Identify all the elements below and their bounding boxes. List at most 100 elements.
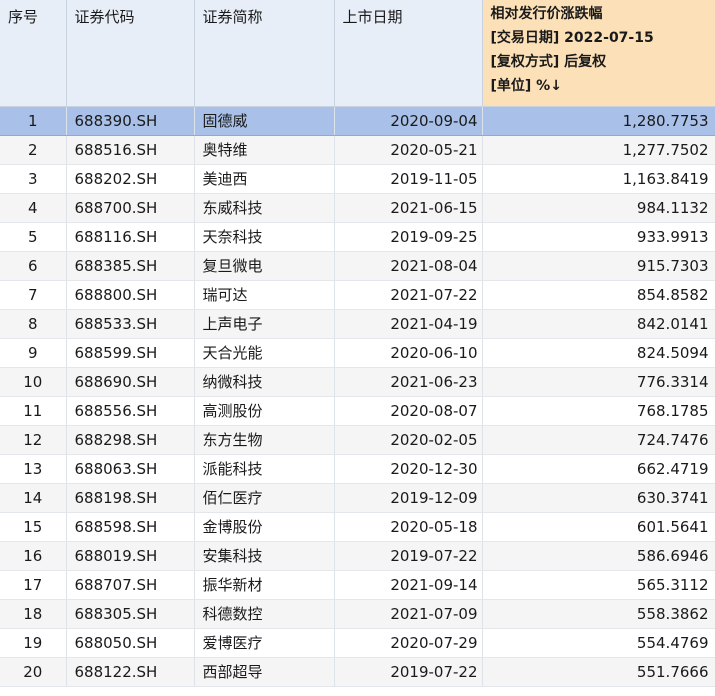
table-row[interactable]: 18 688305.SH 科德数控 2021-07-09 558.3862 xyxy=(0,599,715,629)
cell-change-percent[interactable]: 933.9913 xyxy=(482,222,715,252)
cell-security-name[interactable]: 振华新材 xyxy=(194,570,335,600)
cell-change-percent[interactable]: 630.3741 xyxy=(482,483,715,513)
cell-security-code[interactable]: 688063.SH xyxy=(66,454,195,484)
cell-index[interactable]: 10 xyxy=(0,367,67,397)
cell-index[interactable]: 15 xyxy=(0,512,67,542)
cell-change-percent[interactable]: 724.7476 xyxy=(482,425,715,455)
cell-index[interactable]: 3 xyxy=(0,164,67,194)
cell-security-name[interactable]: 科德数控 xyxy=(194,599,335,629)
cell-security-name[interactable]: 天奈科技 xyxy=(194,222,335,252)
cell-security-name[interactable]: 西部超导 xyxy=(194,657,335,687)
cell-security-code[interactable]: 688599.SH xyxy=(66,338,195,368)
cell-security-name[interactable]: 东方生物 xyxy=(194,425,335,455)
column-header-change-sorted[interactable]: 相对发行价涨跌幅 [交易日期] 2022-07-15 [复权方式] 后复权 [单… xyxy=(482,0,715,107)
cell-listing-date[interactable]: 2019-11-05 xyxy=(334,164,483,194)
cell-security-code[interactable]: 688198.SH xyxy=(66,483,195,513)
cell-listing-date[interactable]: 2021-06-15 xyxy=(334,193,483,223)
table-row[interactable]: 17 688707.SH 振华新材 2021-09-14 565.3112 xyxy=(0,570,715,600)
table-row[interactable]: 11 688556.SH 高测股份 2020-08-07 768.1785 xyxy=(0,396,715,426)
table-row[interactable]: 7 688800.SH 瑞可达 2021-07-22 854.8582 xyxy=(0,280,715,310)
cell-change-percent[interactable]: 586.6946 xyxy=(482,541,715,571)
cell-change-percent[interactable]: 662.4719 xyxy=(482,454,715,484)
cell-change-percent[interactable]: 776.3314 xyxy=(482,367,715,397)
cell-security-code[interactable]: 688800.SH xyxy=(66,280,195,310)
cell-security-name[interactable]: 复旦微电 xyxy=(194,251,335,281)
cell-change-percent[interactable]: 601.5641 xyxy=(482,512,715,542)
cell-security-name[interactable]: 天合光能 xyxy=(194,338,335,368)
table-row[interactable]: 9 688599.SH 天合光能 2020-06-10 824.5094 xyxy=(0,338,715,368)
cell-security-name[interactable]: 佰仁医疗 xyxy=(194,483,335,513)
cell-index[interactable]: 20 xyxy=(0,657,67,687)
table-row[interactable]: 20 688122.SH 西部超导 2019-07-22 551.7666 xyxy=(0,657,715,687)
cell-change-percent[interactable]: 1,277.7502 xyxy=(482,135,715,165)
cell-security-code[interactable]: 688298.SH xyxy=(66,425,195,455)
cell-index[interactable]: 4 xyxy=(0,193,67,223)
column-header-listing-date[interactable]: 上市日期 xyxy=(334,0,483,107)
cell-index[interactable]: 2 xyxy=(0,135,67,165)
table-row[interactable]: 1 688390.SH 固德威 2020-09-04 1,280.7753 xyxy=(0,106,715,136)
cell-change-percent[interactable]: 768.1785 xyxy=(482,396,715,426)
cell-change-percent[interactable]: 551.7666 xyxy=(482,657,715,687)
table-row[interactable]: 15 688598.SH 金博股份 2020-05-18 601.5641 xyxy=(0,512,715,542)
table-row[interactable]: 13 688063.SH 派能科技 2020-12-30 662.4719 xyxy=(0,454,715,484)
cell-security-code[interactable]: 688019.SH xyxy=(66,541,195,571)
cell-change-percent[interactable]: 565.3112 xyxy=(482,570,715,600)
cell-listing-date[interactable]: 2021-09-14 xyxy=(334,570,483,600)
table-row[interactable]: 10 688690.SH 纳微科技 2021-06-23 776.3314 xyxy=(0,367,715,397)
cell-index[interactable]: 19 xyxy=(0,628,67,658)
cell-security-name[interactable]: 高测股份 xyxy=(194,396,335,426)
cell-index[interactable]: 11 xyxy=(0,396,67,426)
cell-index[interactable]: 12 xyxy=(0,425,67,455)
cell-index[interactable]: 1 xyxy=(0,106,67,136)
cell-change-percent[interactable]: 1,280.7753 xyxy=(482,106,715,136)
cell-security-code[interactable]: 688690.SH xyxy=(66,367,195,397)
cell-listing-date[interactable]: 2021-04-19 xyxy=(334,309,483,339)
cell-security-code[interactable]: 688707.SH xyxy=(66,570,195,600)
table-row[interactable]: 5 688116.SH 天奈科技 2019-09-25 933.9913 xyxy=(0,222,715,252)
cell-listing-date[interactable]: 2020-07-29 xyxy=(334,628,483,658)
table-row[interactable]: 4 688700.SH 东威科技 2021-06-15 984.1132 xyxy=(0,193,715,223)
cell-security-name[interactable]: 安集科技 xyxy=(194,541,335,571)
cell-listing-date[interactable]: 2019-07-22 xyxy=(334,657,483,687)
cell-change-percent[interactable]: 984.1132 xyxy=(482,193,715,223)
cell-index[interactable]: 16 xyxy=(0,541,67,571)
column-header-name[interactable]: 证券简称 xyxy=(194,0,335,107)
cell-security-code[interactable]: 688116.SH xyxy=(66,222,195,252)
cell-security-name[interactable]: 固德威 xyxy=(194,106,335,136)
cell-index[interactable]: 5 xyxy=(0,222,67,252)
cell-change-percent[interactable]: 854.8582 xyxy=(482,280,715,310)
table-row[interactable]: 16 688019.SH 安集科技 2019-07-22 586.6946 xyxy=(0,541,715,571)
cell-listing-date[interactable]: 2020-06-10 xyxy=(334,338,483,368)
cell-security-code[interactable]: 688700.SH xyxy=(66,193,195,223)
cell-listing-date[interactable]: 2019-07-22 xyxy=(334,541,483,571)
table-row[interactable]: 8 688533.SH 上声电子 2021-04-19 842.0141 xyxy=(0,309,715,339)
cell-security-code[interactable]: 688516.SH xyxy=(66,135,195,165)
cell-index[interactable]: 6 xyxy=(0,251,67,281)
table-row[interactable]: 2 688516.SH 奥特维 2020-05-21 1,277.7502 xyxy=(0,135,715,165)
cell-security-name[interactable]: 奥特维 xyxy=(194,135,335,165)
table-row[interactable]: 14 688198.SH 佰仁医疗 2019-12-09 630.3741 xyxy=(0,483,715,513)
cell-security-code[interactable]: 688305.SH xyxy=(66,599,195,629)
cell-change-percent[interactable]: 915.7303 xyxy=(482,251,715,281)
table-row[interactable]: 19 688050.SH 爱博医疗 2020-07-29 554.4769 xyxy=(0,628,715,658)
cell-security-name[interactable]: 派能科技 xyxy=(194,454,335,484)
column-header-code[interactable]: 证券代码 xyxy=(66,0,195,107)
cell-security-code[interactable]: 688598.SH xyxy=(66,512,195,542)
cell-listing-date[interactable]: 2020-05-18 xyxy=(334,512,483,542)
cell-change-percent[interactable]: 1,163.8419 xyxy=(482,164,715,194)
cell-listing-date[interactable]: 2020-09-04 xyxy=(334,106,483,136)
cell-security-name[interactable]: 纳微科技 xyxy=(194,367,335,397)
table-row[interactable]: 3 688202.SH 美迪西 2019-11-05 1,163.8419 xyxy=(0,164,715,194)
cell-security-name[interactable]: 东威科技 xyxy=(194,193,335,223)
cell-security-code[interactable]: 688202.SH xyxy=(66,164,195,194)
cell-index[interactable]: 9 xyxy=(0,338,67,368)
cell-change-percent[interactable]: 824.5094 xyxy=(482,338,715,368)
table-row[interactable]: 12 688298.SH 东方生物 2020-02-05 724.7476 xyxy=(0,425,715,455)
cell-security-name[interactable]: 上声电子 xyxy=(194,309,335,339)
cell-listing-date[interactable]: 2020-02-05 xyxy=(334,425,483,455)
cell-security-code[interactable]: 688385.SH xyxy=(66,251,195,281)
cell-security-name[interactable]: 瑞可达 xyxy=(194,280,335,310)
cell-listing-date[interactable]: 2021-08-04 xyxy=(334,251,483,281)
cell-change-percent[interactable]: 842.0141 xyxy=(482,309,715,339)
cell-listing-date[interactable]: 2019-12-09 xyxy=(334,483,483,513)
